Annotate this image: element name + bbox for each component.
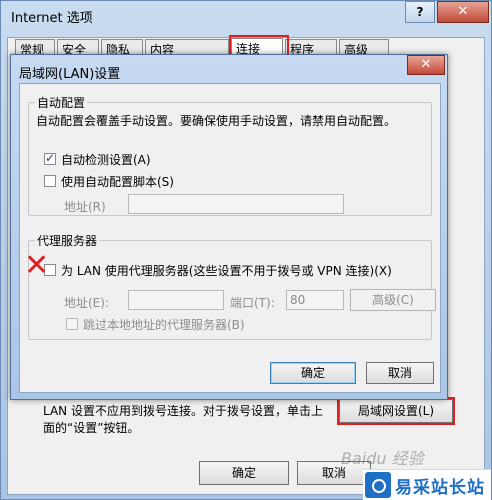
script-address-field[interactable] — [128, 194, 344, 214]
outer-ok-button[interactable]: 确定 — [199, 461, 289, 485]
use-proxy-label[interactable]: 为 LAN 使用代理服务器(这些设置不用于拨号或 VPN 连接)(X) — [61, 262, 392, 279]
help-button[interactable]: ? — [405, 1, 435, 23]
dialog-title: 局域网(LAN)设置 — [19, 67, 121, 82]
brand-text: 易采站长站 — [395, 478, 485, 498]
bypass-local-checkbox[interactable] — [66, 318, 78, 330]
window-title: Internet 选项 — [11, 11, 93, 26]
proxy-address-field[interactable] — [128, 290, 224, 310]
use-script-checkbox[interactable] — [44, 175, 56, 187]
auto-config-legend: 自动配置 — [37, 96, 86, 110]
auto-detect-checkbox[interactable] — [44, 151, 56, 165]
use-script-label[interactable]: 使用自动配置脚本(S) — [61, 173, 174, 190]
brand-badge: 易采站长站 — [363, 469, 491, 500]
red-x-mark: ✕ — [24, 248, 50, 283]
proxy-address-label: 地址(E): — [64, 296, 109, 310]
proxy-legend: 代理服务器 — [37, 234, 98, 248]
script-address-label: 地址(R) — [64, 200, 106, 214]
auto-detect-label[interactable]: 自动检测设置(A) — [61, 151, 151, 168]
bypass-local-label[interactable]: 跳过本地地址的代理服务器(B) — [83, 316, 245, 333]
watermark: Baidu 经验 — [341, 449, 424, 468]
close-button[interactable]: ✕ — [437, 1, 489, 23]
brand-logo-icon — [365, 472, 391, 498]
dialog-ok-button[interactable]: 确定 — [270, 362, 356, 384]
advanced-button[interactable]: 高级(C) — [350, 289, 436, 311]
proxy-port-field[interactable]: 80 — [286, 290, 344, 310]
auto-config-description: 自动配置会覆盖手动设置。要确保使用手动设置，请禁用自动配置。 — [36, 114, 397, 128]
lan-settings-dialog: 局域网(LAN)设置 ✕ 自动配置 自动配置会覆盖手动设置。要确保使用手动设置，… — [10, 54, 448, 400]
proxy-port-label: 端口(T): — [230, 296, 275, 310]
dialog-cancel-button[interactable]: 取消 — [366, 362, 434, 384]
dialog-body: 自动配置 自动配置会覆盖手动设置。要确保使用手动设置，请禁用自动配置。 自动检测… — [19, 83, 441, 393]
lan-description: LAN 设置不应用到拨号连接。对于拨号设置，单击上面的“设置”按钮。 — [43, 404, 323, 435]
highlight-lan-settings-button — [337, 397, 455, 425]
dialog-close-button[interactable]: ✕ — [407, 55, 445, 75]
